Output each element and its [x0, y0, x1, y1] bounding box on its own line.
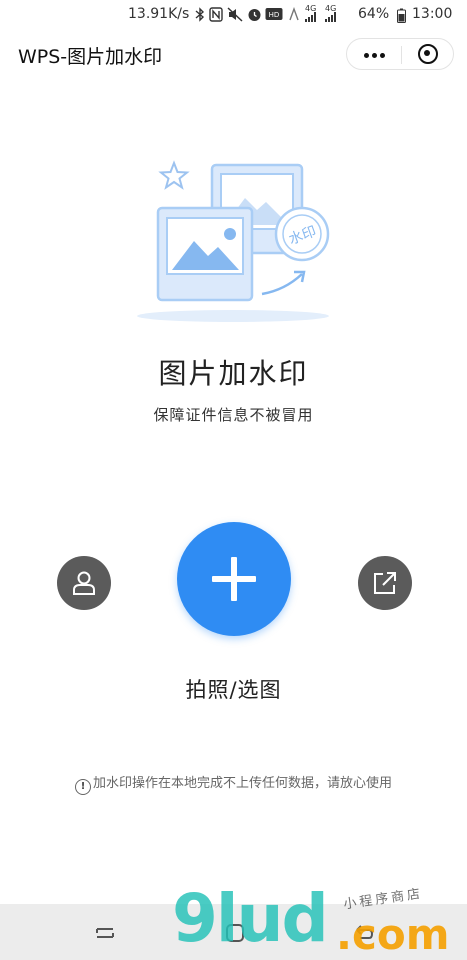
- nfc-icon: [209, 7, 223, 22]
- more-dot: [380, 53, 385, 58]
- bluetooth-icon: [195, 7, 205, 22]
- more-dot: [372, 53, 377, 58]
- alarm-icon: [248, 9, 261, 21]
- person-icon: [73, 571, 95, 595]
- battery-icon: [397, 8, 406, 23]
- plus-icon-vertical: [231, 557, 237, 601]
- network-speed: 13.91K/s: [128, 6, 190, 22]
- title-bar: WPS-图片加水印: [0, 30, 467, 78]
- battery-percent: 64%: [358, 6, 390, 22]
- clock: 13:00: [412, 6, 453, 22]
- watermark-illustration: 水印: [137, 160, 330, 322]
- signal-icon-2: [325, 12, 336, 22]
- watermark-domain: .com: [336, 910, 450, 959]
- share-button[interactable]: [358, 556, 412, 610]
- profile-button[interactable]: [57, 556, 111, 610]
- add-photo-button[interactable]: [177, 522, 291, 636]
- hero-title: 图片加水印: [158, 357, 309, 390]
- data-saver-icon: [289, 7, 299, 21]
- status-bar: 13.91K/s HD 4G 4G 64% 13:00: [0, 0, 467, 30]
- recent-apps-icon[interactable]: [94, 922, 116, 944]
- page-title: WPS-图片加水印: [18, 46, 163, 68]
- svg-text:HD: HD: [269, 11, 280, 19]
- circle-target-dot: [424, 50, 430, 56]
- watermark-logo: 9lud: [172, 880, 329, 957]
- close-mini-program-button[interactable]: [402, 39, 454, 69]
- hd-icon: HD: [265, 8, 283, 20]
- mini-program-capsule: [346, 38, 454, 70]
- add-photo-label: 拍照/选图: [185, 678, 282, 702]
- privacy-notice-text: 加水印操作在本地完成不上传任何数据，请放心使用: [92, 776, 392, 791]
- status-icons: HD 4G 4G: [195, 4, 355, 23]
- more-button[interactable]: [347, 39, 401, 71]
- more-dots-icon: [364, 53, 369, 58]
- mute-icon: [227, 7, 243, 22]
- external-link-icon: [374, 572, 396, 594]
- hero-subtitle: 保障证件信息不被冒用: [153, 406, 314, 424]
- info-icon: !: [74, 779, 91, 795]
- privacy-notice: ! 加水印操作在本地完成不上传任何数据，请放心使用: [0, 772, 467, 795]
- signal-icon: [305, 12, 316, 22]
